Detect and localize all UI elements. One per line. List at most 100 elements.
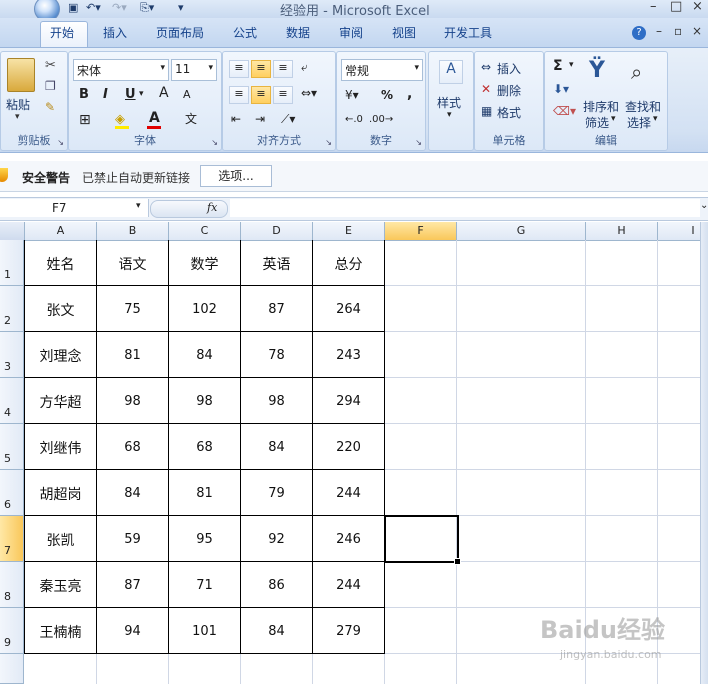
table-cell[interactable]: 279: [313, 624, 384, 639]
column-header[interactable]: A: [25, 222, 97, 240]
table-cell[interactable]: 246: [313, 532, 384, 547]
phonetic-icon[interactable]: 文: [185, 110, 197, 127]
table-cell[interactable]: 264: [313, 302, 384, 317]
table-cell[interactable]: 86: [241, 578, 312, 593]
format-cells-button[interactable]: 格式: [497, 104, 521, 121]
security-options-button[interactable]: 选项...: [200, 165, 272, 187]
select-all-corner[interactable]: [0, 222, 25, 240]
merge-center-icon[interactable]: ⇔▾: [301, 86, 317, 100]
help-icon[interactable]: ?: [632, 26, 646, 40]
table-header-cell[interactable]: 数学: [169, 254, 240, 274]
row-header[interactable]: 5: [0, 424, 24, 470]
row-header[interactable]: 9: [0, 608, 24, 654]
delete-cells-icon[interactable]: ✕: [481, 82, 491, 96]
percent-button[interactable]: %: [381, 88, 393, 102]
vertical-scrollbar[interactable]: [700, 222, 708, 684]
align-bottom-icon[interactable]: ≡: [273, 60, 293, 78]
table-cell[interactable]: 68: [169, 440, 240, 455]
styles-icon[interactable]: A: [439, 60, 463, 84]
table-cell[interactable]: 刘理念: [25, 346, 96, 366]
table-cell[interactable]: 王楠楠: [25, 622, 96, 642]
paste-dropdown-icon[interactable]: ▾: [15, 112, 20, 122]
column-header-active[interactable]: F: [385, 222, 457, 240]
tab-insert[interactable]: 插入: [103, 24, 127, 41]
table-cell[interactable]: 84: [97, 486, 168, 501]
tab-formulas[interactable]: 公式: [233, 24, 257, 41]
font-launcher-icon[interactable]: ↘: [211, 138, 218, 147]
row-header[interactable]: 8: [0, 562, 24, 608]
table-cell[interactable]: 101: [169, 624, 240, 639]
underline-dropdown-icon[interactable]: ▾: [139, 89, 144, 99]
table-cell[interactable]: 98: [97, 394, 168, 409]
increase-indent-icon[interactable]: ⇥: [255, 112, 265, 126]
bold-button[interactable]: B: [79, 87, 89, 102]
insert-cells-icon[interactable]: ⇔: [481, 60, 491, 74]
number-launcher-icon[interactable]: ↘: [415, 138, 422, 147]
align-middle-icon[interactable]: ≡: [251, 60, 271, 78]
table-cell[interactable]: 方华超: [25, 392, 96, 412]
orientation-icon[interactable]: ⟋▾: [281, 112, 295, 127]
table-cell[interactable]: 81: [169, 486, 240, 501]
format-painter-icon[interactable]: ✎: [45, 100, 55, 114]
tab-review[interactable]: 审阅: [339, 24, 363, 41]
table-cell[interactable]: 102: [169, 302, 240, 317]
row-header[interactable]: 6: [0, 470, 24, 516]
column-header[interactable]: H: [586, 222, 658, 240]
minimize-button[interactable]: –: [650, 0, 657, 14]
table-cell[interactable]: 刘继伟: [25, 438, 96, 458]
table-cell[interactable]: 84: [241, 624, 312, 639]
delete-cells-button[interactable]: 删除: [497, 82, 521, 99]
font-size-select[interactable]: 11 ▾: [171, 59, 217, 81]
table-cell[interactable]: 244: [313, 578, 384, 593]
styles-dropdown-icon[interactable]: ▾: [447, 110, 452, 120]
row-header-extra[interactable]: [0, 654, 24, 684]
currency-icon[interactable]: ¥▾: [345, 88, 359, 102]
table-cell[interactable]: 87: [241, 302, 312, 317]
find-dropdown-icon[interactable]: ▾: [653, 114, 658, 124]
ribbon-close-icon[interactable]: ×: [692, 24, 702, 38]
active-cell[interactable]: [384, 515, 459, 563]
shrink-font-button[interactable]: A: [183, 88, 191, 101]
number-format-select[interactable]: 常规 ▾: [341, 59, 423, 81]
autosum-dropdown-icon[interactable]: ▾: [569, 60, 574, 70]
table-cell[interactable]: 79: [241, 486, 312, 501]
border-icon[interactable]: ⊞: [79, 112, 91, 128]
clear-icon[interactable]: ⌫▾: [553, 104, 576, 118]
qat-more-icon[interactable]: ▾: [178, 1, 184, 14]
ribbon-restore-icon[interactable]: ▫: [674, 24, 682, 38]
row-header-active[interactable]: 7: [0, 516, 24, 562]
comma-button[interactable]: ,: [407, 86, 412, 102]
table-cell[interactable]: 81: [97, 348, 168, 363]
grow-font-button[interactable]: A: [159, 85, 169, 101]
table-cell[interactable]: 87: [97, 578, 168, 593]
row-header[interactable]: 1: [0, 240, 24, 286]
clipboard-launcher-icon[interactable]: ↘: [57, 138, 64, 147]
find-select-label-2[interactable]: 选择: [627, 114, 651, 131]
autosum-button[interactable]: Σ: [553, 58, 563, 74]
sort-filter-label-2[interactable]: 筛选: [585, 114, 609, 131]
table-cell[interactable]: 92: [241, 532, 312, 547]
increase-decimal-icon[interactable]: ←.0: [345, 114, 363, 125]
table-cell[interactable]: 张文: [25, 300, 96, 320]
table-cell[interactable]: 75: [97, 302, 168, 317]
wrap-text-icon[interactable]: ⤶: [301, 60, 308, 75]
tab-view[interactable]: 视图: [392, 24, 416, 41]
font-name-select[interactable]: 宋体 ▾: [73, 59, 169, 81]
table-cell[interactable]: 胡超岗: [25, 484, 96, 504]
table-cell[interactable]: 71: [169, 578, 240, 593]
name-box[interactable]: F7 ▾: [0, 199, 149, 217]
table-cell[interactable]: 243: [313, 348, 384, 363]
align-center-icon[interactable]: ≡: [251, 86, 271, 104]
table-cell[interactable]: 98: [169, 394, 240, 409]
copy-icon[interactable]: ❐: [45, 79, 56, 93]
table-header-cell[interactable]: 总分: [313, 254, 384, 274]
fill-color-icon[interactable]: ◈: [115, 112, 125, 127]
format-cells-icon[interactable]: ▦: [481, 104, 492, 118]
redo-icon[interactable]: ↷▾: [112, 1, 127, 14]
table-cell[interactable]: 244: [313, 486, 384, 501]
tab-home[interactable]: 开始: [50, 24, 74, 41]
table-cell[interactable]: 68: [97, 440, 168, 455]
tab-developer[interactable]: 开发工具: [444, 24, 492, 41]
underline-button[interactable]: U: [125, 87, 136, 102]
column-header[interactable]: G: [457, 222, 586, 240]
